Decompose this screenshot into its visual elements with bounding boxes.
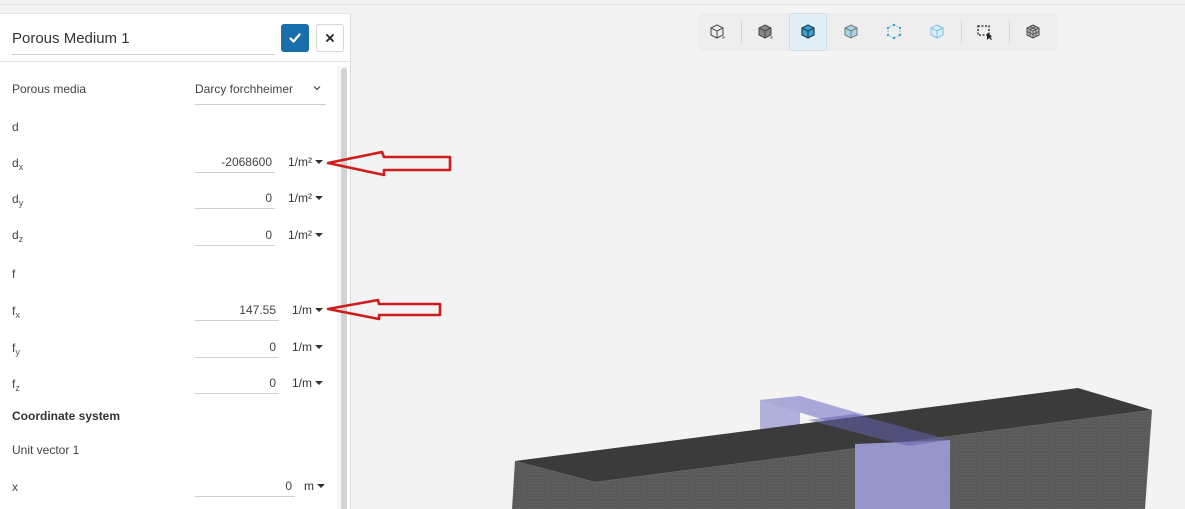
fz-unit-select[interactable]: 1/m: [292, 372, 324, 394]
dz-unit-select[interactable]: 1/m²: [288, 224, 323, 246]
caret-down-icon: [315, 345, 324, 349]
x-input[interactable]: 0: [195, 475, 295, 497]
chevron-down-icon: [313, 86, 321, 91]
porous-zone-front: [855, 440, 950, 509]
toolbar-separator: [741, 21, 742, 43]
cube-solid-button[interactable]: [746, 13, 784, 51]
porous-medium-panel: Porous media Darcy forchheimer d dx -206…: [0, 13, 351, 509]
fx-unit-select[interactable]: 1/m: [292, 299, 324, 321]
fy-input[interactable]: 0: [195, 336, 279, 358]
cube-transparent-button[interactable]: [918, 13, 956, 51]
porous-media-label: Porous media: [12, 82, 87, 96]
arrow-to-fx-unit: [326, 298, 442, 321]
porous-media-select[interactable]: Darcy forchheimer: [195, 77, 326, 105]
cube-faces-icon: [844, 24, 858, 39]
arrow-to-dx-unit: [326, 150, 452, 177]
cube-outline-icon: [710, 24, 725, 39]
caret-down-icon: [315, 381, 324, 385]
panel-header: [0, 14, 350, 62]
fy-unit-select[interactable]: 1/m: [292, 336, 324, 358]
fz-label: fz: [12, 377, 20, 393]
dy-input[interactable]: 0: [195, 187, 275, 209]
panel-title-input[interactable]: [12, 23, 275, 55]
dx-label: dx: [12, 156, 24, 172]
caret-down-icon: [315, 233, 323, 237]
toolbar-separator: [961, 21, 962, 43]
mesh-cube-button[interactable]: [1014, 13, 1052, 51]
unit-vector-1-label: Unit vector 1: [12, 443, 80, 457]
fy-label: fy: [12, 341, 20, 357]
dy-unit-select[interactable]: 1/m²: [288, 187, 323, 209]
cube-vertices-icon: [886, 23, 902, 40]
cube-selected-button[interactable]: [789, 13, 827, 51]
cube-faces-button[interactable]: [832, 13, 870, 51]
caret-down-icon: [315, 196, 323, 200]
caret-down-icon: [317, 484, 325, 488]
dz-input[interactable]: 0: [195, 224, 275, 246]
box-select-button[interactable]: [966, 13, 1004, 51]
confirm-button[interactable]: [281, 24, 309, 52]
cube-selected-icon: [801, 24, 815, 39]
dz-label: dz: [12, 228, 24, 244]
fx-label: fx: [12, 304, 20, 320]
x-label: x: [12, 480, 18, 494]
toolbar-separator: [1009, 21, 1010, 43]
scrollbar-thumb[interactable]: [341, 68, 347, 509]
dy-label: dy: [12, 192, 24, 208]
mesh-cube-icon: [1026, 24, 1040, 39]
fz-input[interactable]: 0: [195, 372, 279, 394]
check-icon: [289, 33, 301, 43]
fx-input[interactable]: 147.55: [195, 299, 279, 321]
cube-vertices-button[interactable]: [875, 13, 913, 51]
close-icon: [326, 34, 334, 42]
view-toolbar: [698, 13, 1058, 51]
cube-transparent-icon: [930, 24, 944, 39]
cube-outline-button[interactable]: [698, 13, 736, 51]
f-section-label: f: [12, 267, 16, 281]
coordinate-system-heading: Coordinate system: [12, 409, 121, 423]
d-section-label: d: [12, 120, 19, 134]
porous-media-value: Darcy forchheimer: [195, 82, 294, 96]
box-select-icon: [977, 25, 993, 40]
cube-solid-icon: [758, 24, 773, 39]
dx-input[interactable]: -2068600: [195, 151, 275, 173]
close-button[interactable]: [316, 24, 344, 52]
x-unit-select[interactable]: m: [304, 475, 325, 497]
dx-unit-select[interactable]: 1/m²: [288, 151, 323, 173]
